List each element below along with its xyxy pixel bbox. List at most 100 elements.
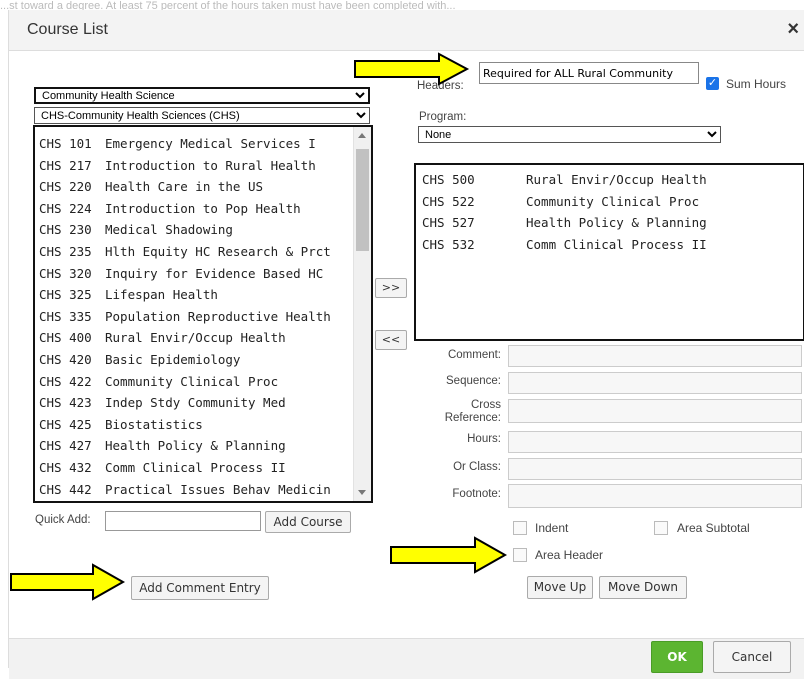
selected-course-item[interactable]: CHS 522 Community Clinical Proc [416, 191, 803, 213]
selected-course-item[interactable]: CHS 527 Health Policy & Planning [416, 212, 803, 234]
course-list-item[interactable]: CHS 217 Introduction to Rural Health [35, 155, 371, 177]
course-code: CHS 427 [39, 438, 92, 454]
course-code: CHS 220 [39, 179, 92, 195]
course-list-item[interactable]: CHS 224 Introduction to Pop Health [35, 198, 371, 220]
course-name: Inquiry for Evidence Based HC [105, 265, 324, 281]
course-name: Introduction to Rural Health [105, 157, 316, 173]
available-courses-list[interactable]: CHS 101 Emergency Medical Services I CHS 2… [33, 125, 373, 503]
course-name: Medical Shadowing [105, 222, 233, 238]
course-code: CHS 101 [39, 136, 92, 151]
course-name: Comm Clinical Process II [105, 459, 286, 475]
footnote-field[interactable] [508, 484, 802, 508]
course-list-item[interactable]: CHS 235 Hlth Equity HC Research & Prct [35, 241, 371, 263]
dialog-title: Course List [27, 21, 108, 38]
sum-hours-checkbox[interactable]: ✓ [706, 77, 719, 90]
course-list-item[interactable]: CHS 220 Health Care in the US [35, 176, 371, 198]
program-label: Program: [419, 111, 467, 123]
or-class-label: Or Class: [453, 461, 501, 473]
program-select[interactable]: None [418, 126, 721, 143]
course-name: Health Policy & Planning [526, 215, 707, 230]
headers-input[interactable] [479, 62, 699, 84]
area-header-label: Area Header [535, 548, 604, 562]
course-code: CHS 325 [39, 287, 92, 303]
add-comment-entry-button[interactable]: Add Comment Entry [131, 576, 269, 600]
course-code: CHS 335 [39, 308, 92, 324]
course-code: CHS 400 [39, 330, 92, 346]
cross-reference-label: Cross Reference: [429, 399, 501, 425]
cancel-button[interactable]: Cancel [713, 641, 791, 673]
comment-field[interactable] [508, 345, 802, 367]
course-list-item[interactable]: CHS 432 Comm Clinical Process II [35, 457, 371, 479]
course-list-item[interactable]: CHS 442 Practical Issues Behav Medicin [35, 479, 371, 501]
comment-label: Comment: [447, 349, 501, 361]
course-list-item[interactable]: CHS 420 Basic Epidemiology [35, 349, 371, 371]
course-name: Community Clinical Proc [105, 373, 279, 389]
course-code: CHS 527 [422, 215, 475, 230]
close-icon[interactable]: × [787, 18, 799, 41]
sequence-label: Sequence: [446, 375, 501, 387]
course-list-item[interactable]: CHS 400 Rural Envir/Occup Health [35, 327, 371, 349]
selected-course-item[interactable]: CHS 532 Comm Clinical Process II [416, 234, 803, 256]
course-list-item[interactable]: CHS 325 Lifespan Health [35, 284, 371, 306]
or-class-field[interactable] [508, 458, 802, 480]
course-name: Community Clinical Proc [526, 193, 700, 209]
course-code: CHS 420 [39, 351, 92, 367]
course-name: Hlth Equity HC Research & Prct [105, 243, 331, 259]
selected-course-item[interactable]: CHS 500 Rural Envir/Occup Health [416, 169, 803, 191]
scrollbar-thumb[interactable] [356, 149, 369, 251]
checkmark-icon: ✓ [707, 77, 718, 89]
course-list-item[interactable]: CHS 335 Population Reproductive Health [35, 306, 371, 328]
subject-select[interactable]: CHS-Community Health Sciences (CHS) [34, 107, 370, 124]
course-code: CHS 442 [39, 481, 92, 497]
cross-reference-label-line1: Cross [470, 399, 501, 411]
indent-checkbox[interactable] [513, 521, 527, 535]
department-select[interactable]: Community Health Science [34, 87, 370, 104]
footnote-label: Footnote: [452, 488, 501, 500]
move-up-button[interactable]: Move Up [527, 576, 593, 599]
scroll-up-icon[interactable] [358, 133, 366, 138]
area-header-checkbox[interactable] [513, 548, 527, 562]
sum-hours-label: Sum Hours [726, 77, 787, 91]
course-list-item[interactable]: CHS 425 Biostatistics [35, 414, 371, 436]
course-code: CHS 423 [39, 395, 92, 411]
arrow-right-icon [390, 536, 508, 574]
move-down-button[interactable]: Move Down [599, 576, 687, 599]
ok-button[interactable]: OK [651, 641, 703, 673]
course-list-item[interactable]: CHS 230 Medical Shadowing [35, 219, 371, 241]
remove-from-selected-button[interactable]: << [375, 330, 407, 350]
hours-field[interactable] [508, 431, 802, 453]
course-name: Emergency Medical Services I [105, 136, 316, 151]
cross-reference-field[interactable] [508, 399, 802, 423]
selected-courses-list[interactable]: CHS 500 Rural Envir/Occup Health CHS 522 Co… [414, 163, 804, 341]
course-name: Basic Epidemiology [105, 351, 241, 367]
course-code: CHS 425 [39, 416, 92, 432]
area-subtotal-checkbox[interactable] [654, 521, 668, 535]
hours-label: Hours: [467, 433, 501, 445]
add-course-button[interactable]: Add Course [265, 511, 351, 533]
course-code: CHS 522 [422, 193, 475, 209]
dialog-footer: OK Cancel [9, 638, 804, 679]
course-name: Introduction to Pop Health [105, 200, 301, 216]
arrow-right-icon [354, 52, 470, 86]
course-code: CHS 432 [39, 459, 92, 475]
course-code: CHS 422 [39, 373, 92, 389]
course-list-item[interactable]: CHS 423 Indep Stdy Community Med [35, 392, 371, 414]
arrow-right-icon [10, 563, 126, 601]
quick-add-label: Quick Add: [35, 514, 91, 526]
course-list-item[interactable]: CHS 422 Community Clinical Proc [35, 371, 371, 393]
course-list-item[interactable]: CHS 427 Health Policy & Planning [35, 435, 371, 457]
course-name: Practical Issues Behav Medicin [105, 481, 331, 497]
course-list-scrollbar[interactable] [353, 127, 371, 501]
quick-add-input[interactable] [105, 511, 261, 531]
scroll-down-icon[interactable] [358, 490, 366, 495]
course-name: Comm Clinical Process II [526, 236, 707, 252]
course-list-item[interactable]: CHS 320 Inquiry for Evidence Based HC [35, 263, 371, 285]
area-subtotal-label: Area Subtotal [677, 521, 750, 535]
course-code: CHS 320 [39, 265, 92, 281]
sequence-field[interactable] [508, 372, 802, 394]
dialog-titlebar: Course List × [9, 10, 804, 51]
course-code: CHS 230 [39, 222, 92, 238]
add-to-selected-button[interactable]: >> [375, 278, 407, 298]
course-list-item[interactable]: CHS 101 Emergency Medical Services I [35, 133, 371, 155]
course-name: Lifespan Health [105, 287, 218, 303]
